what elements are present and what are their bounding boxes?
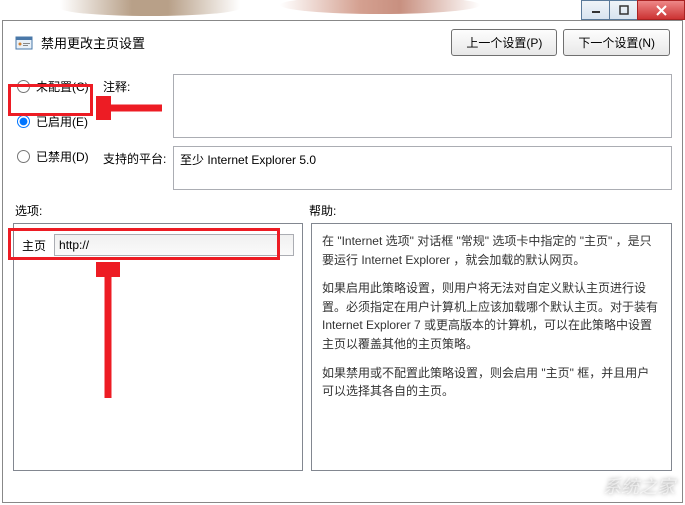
prev-setting-button[interactable]: 上一个设置(P) [451,29,557,56]
platform-label: 支持的平台: [103,146,173,167]
radio-disabled[interactable]: 已禁用(D) [17,148,103,165]
policy-icon [15,34,33,52]
comment-textarea[interactable] [173,74,672,138]
minimize-button[interactable] [581,0,610,20]
help-text: 如果禁用或不配置此策略设置，则会启用 "主页" 框，并且用户可以选择其各自的主页… [322,364,661,401]
close-button[interactable] [637,0,685,20]
dialog-title: 禁用更改主页设置 [41,33,443,52]
maximize-button[interactable] [609,0,638,20]
radio-enabled[interactable]: 已启用(E) [17,113,103,130]
help-panel: 在 "Internet 选项" 对话框 "常规" 选项卡中指定的 "主页" ，是… [311,223,672,471]
platform-value: 至少 Internet Explorer 5.0 [173,146,672,190]
homepage-input[interactable] [54,234,294,256]
help-section-label: 帮助: [309,202,670,219]
radio-not-configured[interactable]: 未配置(C) [17,78,103,95]
help-text: 如果启用此策略设置，则用户将无法对自定义默认主页进行设置。必须指定在用户计算机上… [322,279,661,353]
next-setting-button[interactable]: 下一个设置(N) [563,29,670,56]
homepage-label: 主页 [22,237,46,254]
options-section-label: 选项: [15,202,309,219]
options-panel: 主页 [13,223,303,471]
help-text: 在 "Internet 选项" 对话框 "常规" 选项卡中指定的 "主页" ，是… [322,232,661,269]
comment-label: 注释: [103,74,173,95]
